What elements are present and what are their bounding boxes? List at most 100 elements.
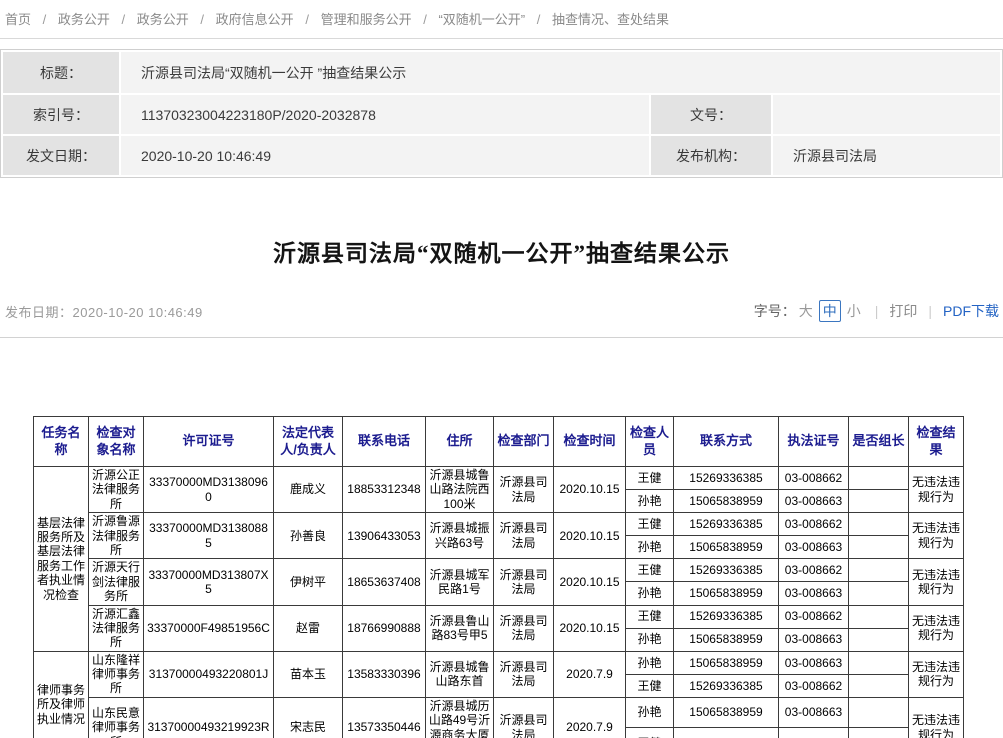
breadcrumb-item[interactable]: 政府信息公开 <box>216 12 294 27</box>
legal-rep-cell: 伊树平 <box>274 559 343 605</box>
dept-cell: 沂源县司法局 <box>494 605 554 651</box>
inspector-name-cell: 孙艳 <box>626 582 674 605</box>
inspector-cert-cell: 03-008662 <box>779 728 849 738</box>
inspector-name-cell: 王健 <box>626 467 674 490</box>
inspector-name-cell: 孙艳 <box>626 628 674 651</box>
page-title: 沂源县司法局“双随机一公开”抽查结果公示 <box>0 234 1003 268</box>
address-cell: 沂源县城振兴路63号 <box>426 513 494 559</box>
vertical-divider: | <box>875 303 879 319</box>
leader-cell <box>849 728 909 738</box>
font-size-large-button[interactable]: 大 <box>799 301 813 321</box>
inspector-name-cell: 王健 <box>626 728 674 738</box>
pdf-download-button[interactable]: PDF下载 <box>943 301 999 321</box>
breadcrumb-separator: / <box>200 12 204 27</box>
font-size-small-button[interactable]: 小 <box>847 301 861 321</box>
table-row: 基层法律服务所及基层法律服务工作者执业情况检查 沂源公正法律服务所 333700… <box>34 467 964 490</box>
leader-cell <box>849 490 909 513</box>
inspector-cert-cell: 03-008662 <box>779 605 849 628</box>
breadcrumb-separator: / <box>423 12 427 27</box>
date-cell: 2020.7.9 <box>554 697 626 738</box>
inspector-contact-cell: 15269336385 <box>674 513 779 536</box>
result-cell: 无违法违规行为 <box>909 697 964 738</box>
breadcrumb-item-current: 抽查情况、查处结果 <box>552 12 669 27</box>
breadcrumb-item-home[interactable]: 首页 <box>5 12 31 27</box>
publish-date-label: 发布日期： <box>5 305 73 320</box>
leader-cell <box>849 674 909 697</box>
inspector-name-cell: 孙艳 <box>626 490 674 513</box>
task-name-cell: 律师事务所及律师执业情况 <box>34 651 89 738</box>
col-header-address: 住所 <box>426 417 494 467</box>
meta-docno-value <box>773 95 1000 134</box>
address-cell: 沂源县城鲁山路东首 <box>426 651 494 697</box>
meta-title-value: 沂源县司法局“双随机一公开 ”抽查结果公示 <box>121 52 1000 93</box>
breadcrumb-item[interactable]: 政务公开 <box>137 12 189 27</box>
table-row: 沂源汇鑫法律服务所 33370000F49851956C 赵雷 18766990… <box>34 605 964 628</box>
inspector-contact-cell: 15269336385 <box>674 559 779 582</box>
inspector-contact-cell: 15065838959 <box>674 490 779 513</box>
font-size-medium-button[interactable]: 中 <box>819 300 841 322</box>
legal-rep-cell: 赵雷 <box>274 605 343 651</box>
inspector-name-cell: 王健 <box>626 605 674 628</box>
phone-cell: 13906433053 <box>343 513 426 559</box>
meta-issue-date-value: 2020-10-20 10:46:49 <box>121 136 649 175</box>
inspection-results-table: 任务名称 检查对象名称 许可证号 法定代表人/负责人 联系电话 住所 检查部门 … <box>33 416 964 738</box>
dept-cell: 沂源县司法局 <box>494 513 554 559</box>
leader-cell <box>849 559 909 582</box>
table-row: 山东民意律师事务所 31370000493219923R 宋志民 1357335… <box>34 697 964 727</box>
date-cell: 2020.10.15 <box>554 513 626 559</box>
leader-cell <box>849 582 909 605</box>
publish-date-value: 2020-10-20 10:46:49 <box>73 305 203 320</box>
breadcrumb-separator: / <box>122 12 126 27</box>
inspector-contact-cell: 15065838959 <box>674 582 779 605</box>
document-meta-table: 标题： 沂源县司法局“双随机一公开 ”抽查结果公示 索引号： 113703230… <box>0 49 1003 178</box>
inspector-cert-cell: 03-008663 <box>779 582 849 605</box>
inspector-contact-cell: 15065838959 <box>674 536 779 559</box>
license-cell: 33370000F49851956C <box>144 605 274 651</box>
leader-cell <box>849 536 909 559</box>
leader-cell <box>849 467 909 490</box>
horizontal-divider <box>0 337 1003 338</box>
col-header-date: 检查时间 <box>554 417 626 467</box>
print-button[interactable]: 打印 <box>889 301 917 321</box>
col-header-license: 许可证号 <box>144 417 274 467</box>
inspector-cert-cell: 03-008662 <box>779 513 849 536</box>
legal-rep-cell: 孙善良 <box>274 513 343 559</box>
address-cell: 沂源县城军民路1号 <box>426 559 494 605</box>
breadcrumb-item[interactable]: 政务公开 <box>58 12 110 27</box>
col-header-leader: 是否组长 <box>849 417 909 467</box>
org-name-cell: 沂源汇鑫法律服务所 <box>89 605 144 651</box>
dept-cell: 沂源县司法局 <box>494 559 554 605</box>
legal-rep-cell: 鹿成义 <box>274 467 343 513</box>
inspector-name-cell: 王健 <box>626 559 674 582</box>
phone-cell: 13573350446 <box>343 697 426 738</box>
result-cell: 无违法违规行为 <box>909 605 964 651</box>
result-cell: 无违法违规行为 <box>909 651 964 697</box>
col-header-phone: 联系电话 <box>343 417 426 467</box>
date-cell: 2020.10.15 <box>554 467 626 513</box>
col-header-dept: 检查部门 <box>494 417 554 467</box>
org-name-cell: 沂源天行剑法律服务所 <box>89 559 144 605</box>
license-cell: 33370000MD313807X5 <box>144 559 274 605</box>
breadcrumb-item[interactable]: 管理和服务公开 <box>321 12 412 27</box>
inspector-name-cell: 孙艳 <box>626 536 674 559</box>
meta-index-value: 11370323004223180P/2020-2032878 <box>121 95 649 134</box>
breadcrumb: 首页 / 政务公开 / 政务公开 / 政府信息公开 / 管理和服务公开 / “双… <box>0 0 1003 39</box>
leader-cell <box>849 651 909 674</box>
breadcrumb-item[interactable]: “双随机一公开” <box>438 12 525 27</box>
phone-cell: 18853312348 <box>343 467 426 513</box>
phone-cell: 18766990888 <box>343 605 426 651</box>
license-cell: 31370000493219923R <box>144 697 274 738</box>
inspector-contact-cell: 15065838959 <box>674 651 779 674</box>
org-name-cell: 山东隆祥律师事务所 <box>89 651 144 697</box>
vertical-divider: | <box>928 303 932 319</box>
dept-cell: 沂源县司法局 <box>494 697 554 738</box>
dept-cell: 沂源县司法局 <box>494 467 554 513</box>
inspector-cert-cell: 03-008663 <box>779 628 849 651</box>
inspector-contact-cell: 15065838959 <box>674 628 779 651</box>
license-cell: 33370000MD31380960 <box>144 467 274 513</box>
col-header-result: 检查结果 <box>909 417 964 467</box>
inspector-cert-cell: 03-008663 <box>779 651 849 674</box>
col-header-task: 任务名称 <box>34 417 89 467</box>
inspector-name-cell: 孙艳 <box>626 697 674 727</box>
date-cell: 2020.10.15 <box>554 605 626 651</box>
